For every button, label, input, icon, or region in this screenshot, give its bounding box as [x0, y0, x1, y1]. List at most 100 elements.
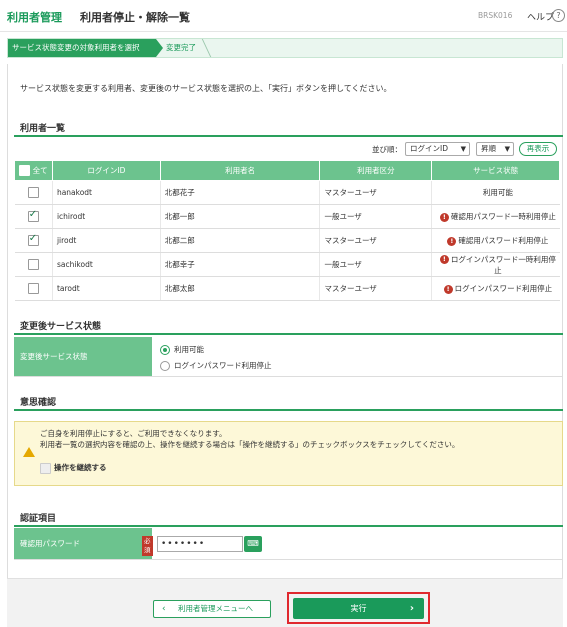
- alert-icon: !: [443, 284, 453, 294]
- radio-available[interactable]: [160, 344, 170, 355]
- select-all-checkbox[interactable]: [19, 165, 31, 177]
- back-button-label: 利用者管理メニューへ: [178, 604, 253, 613]
- confirm-password-input[interactable]: •••••••: [157, 536, 243, 552]
- alert-icon: !: [447, 236, 457, 246]
- sort-order-value: 昇順: [481, 144, 496, 153]
- user-name-cell: 北都花子: [159, 180, 320, 205]
- section-title-auth: 認証項目: [20, 514, 57, 524]
- select-all-header[interactable]: 全て: [14, 160, 53, 181]
- row-checkbox[interactable]: [27, 187, 39, 198]
- row-checkbox[interactable]: [27, 209, 39, 222]
- row-checkbox[interactable]: [27, 259, 39, 270]
- section-divider: [14, 333, 563, 335]
- service-status-cell: ! 確認用パスワード利用停止: [431, 228, 560, 253]
- login-id-cell: hanakodt: [51, 180, 161, 205]
- table-row: tarodt 北都太郎 マスターユーザ! ログインパスワード利用停止: [14, 276, 560, 301]
- service-status-text: 確認用パスワード一時利用停止: [450, 212, 556, 221]
- continue-operation-option[interactable]: 操作を継続する: [40, 462, 107, 474]
- auth-password-label: 確認用パスワード 必須: [14, 528, 153, 559]
- sort-order-select[interactable]: 昇順 ▼: [476, 142, 514, 156]
- continue-operation-label: 操作を継続する: [54, 463, 107, 472]
- table-row: hanakodt 北都花子 マスターユーザ 利用可能: [14, 180, 560, 205]
- instruction-text: サービス状態を変更する利用者、変更後のサービス状態を選択の上、「実行」ボタンを押…: [20, 84, 392, 93]
- continue-operation-checkbox[interactable]: [40, 462, 51, 474]
- status-option-available[interactable]: 利用可能: [160, 344, 204, 355]
- section-divider: [14, 409, 563, 411]
- row-select-cell[interactable]: [14, 276, 53, 301]
- progress-steps: サービス状態変更の対象利用者を選択 変更完了: [7, 38, 563, 58]
- table-row: jirodt北都二郎マスターユーザ!確認用パスワード利用停止: [14, 228, 560, 253]
- column-header-name: 利用者名: [159, 160, 321, 181]
- user-name-cell: 北都幸子: [159, 252, 320, 277]
- help-icon[interactable]: ?: [552, 9, 565, 22]
- execute-button[interactable]: 実行 ›: [293, 598, 424, 619]
- column-header-status: サービス状態: [431, 160, 560, 181]
- user-category-cell: 一般ユーザ: [319, 252, 432, 277]
- auth-password-label-text: 確認用パスワード: [20, 539, 80, 548]
- chevron-right-icon: ›: [409, 603, 414, 614]
- alert-icon: !: [439, 212, 449, 222]
- back-to-menu-button[interactable]: ‹ 利用者管理メニューへ: [153, 600, 271, 618]
- row-checkbox[interactable]: [27, 233, 39, 246]
- warning-triangle-icon: [23, 447, 35, 457]
- notice-line-1: ご自身を利用停止にすると、ご利用できなくなります。: [40, 429, 227, 438]
- footer-bar: [7, 578, 563, 627]
- user-name-cell: 北都二郎: [159, 228, 320, 253]
- login-id-cell: tarodt: [51, 276, 161, 301]
- sort-field-select[interactable]: ログインID ▼: [405, 142, 470, 156]
- service-status-text: ログインパスワード一時利用停止: [450, 254, 556, 275]
- alert-icon: !: [439, 255, 449, 264]
- refresh-button[interactable]: 再表示: [519, 142, 557, 156]
- service-status-text: 確認用パスワード利用停止: [458, 236, 549, 245]
- step-current: サービス状態変更の対象利用者を選択: [8, 39, 156, 57]
- service-status-cell: ! ログインパスワード一時利用停止: [431, 252, 560, 277]
- table-row: sachikodt 北都幸子 一般ユーザ! ログインパスワード一時利用停止: [14, 252, 560, 277]
- table-header-row: 全て ログインID 利用者名 利用者区分 サービス状態: [14, 160, 560, 181]
- login-id-cell: jirodt: [51, 228, 161, 253]
- execute-button-label: 実行: [350, 604, 367, 613]
- table-row: ichirodt北都一郎一般ユーザ!確認用パスワード一時利用停止: [14, 204, 560, 229]
- new-status-label: 変更後サービス状態: [14, 337, 152, 376]
- user-category-cell: マスターユーザ: [319, 228, 432, 253]
- service-status-cell: ! 確認用パスワード一時利用停止: [431, 204, 560, 229]
- row-select-cell[interactable]: [14, 180, 53, 205]
- row-select-cell[interactable]: [14, 252, 53, 277]
- help-link[interactable]: ヘルプ: [527, 10, 554, 23]
- dropdown-arrow-icon: ▼: [460, 145, 466, 153]
- dropdown-arrow-icon: ▼: [504, 145, 510, 153]
- row-select-cell[interactable]: [14, 228, 53, 253]
- row-checkbox[interactable]: [27, 283, 39, 294]
- service-status-cell: 利用可能: [431, 180, 560, 205]
- section-divider: [14, 525, 563, 527]
- section-title-user-list: 利用者一覧: [20, 124, 66, 134]
- section-title-new-status: 変更後サービス状態: [20, 322, 102, 332]
- sort-label: 並び順：: [372, 145, 402, 154]
- column-header-login-id: ログインID: [51, 160, 161, 181]
- user-category-cell: 一般ユーザ: [319, 204, 432, 229]
- row-select-cell[interactable]: [14, 204, 53, 229]
- page-title: 利用者停止・解除一覧: [80, 11, 190, 24]
- notice-line-2: 利用者一覧の選択内容を確認の上、操作を継続する場合は「操作を継続する」のチェック…: [40, 440, 460, 449]
- service-status-text: 利用可能: [482, 188, 513, 197]
- login-id-cell: sachikodt: [51, 252, 161, 277]
- user-category-cell: マスターユーザ: [319, 276, 432, 301]
- status-option-label: ログインパスワード利用停止: [174, 361, 272, 370]
- new-status-row: 変更後サービス状態: [14, 337, 563, 377]
- section-title-confirm: 意思確認: [20, 398, 57, 408]
- column-header-category: 利用者区分: [319, 160, 433, 181]
- section-divider: [14, 135, 563, 137]
- software-keyboard-icon[interactable]: ⌨: [244, 536, 262, 552]
- login-id-cell: ichirodt: [51, 204, 161, 229]
- service-status-text: ログインパスワード利用停止: [454, 284, 553, 293]
- service-status-cell: ! ログインパスワード利用停止: [431, 276, 560, 301]
- auth-row: 確認用パスワード 必須: [14, 528, 563, 560]
- radio-login-suspended[interactable]: [160, 360, 170, 371]
- status-option-label: 利用可能: [174, 345, 204, 354]
- app-title: 利用者管理: [7, 11, 62, 24]
- required-badge: 必須: [142, 536, 153, 556]
- step-arrow: [156, 39, 163, 57]
- status-option-login-suspended[interactable]: ログインパスワード利用停止: [160, 360, 272, 371]
- user-table: 全て ログインID 利用者名 利用者区分 サービス状態 hanakodt 北都花子…: [14, 160, 560, 301]
- step-divider: [193, 39, 212, 57]
- chevron-left-icon: ‹: [162, 604, 166, 614]
